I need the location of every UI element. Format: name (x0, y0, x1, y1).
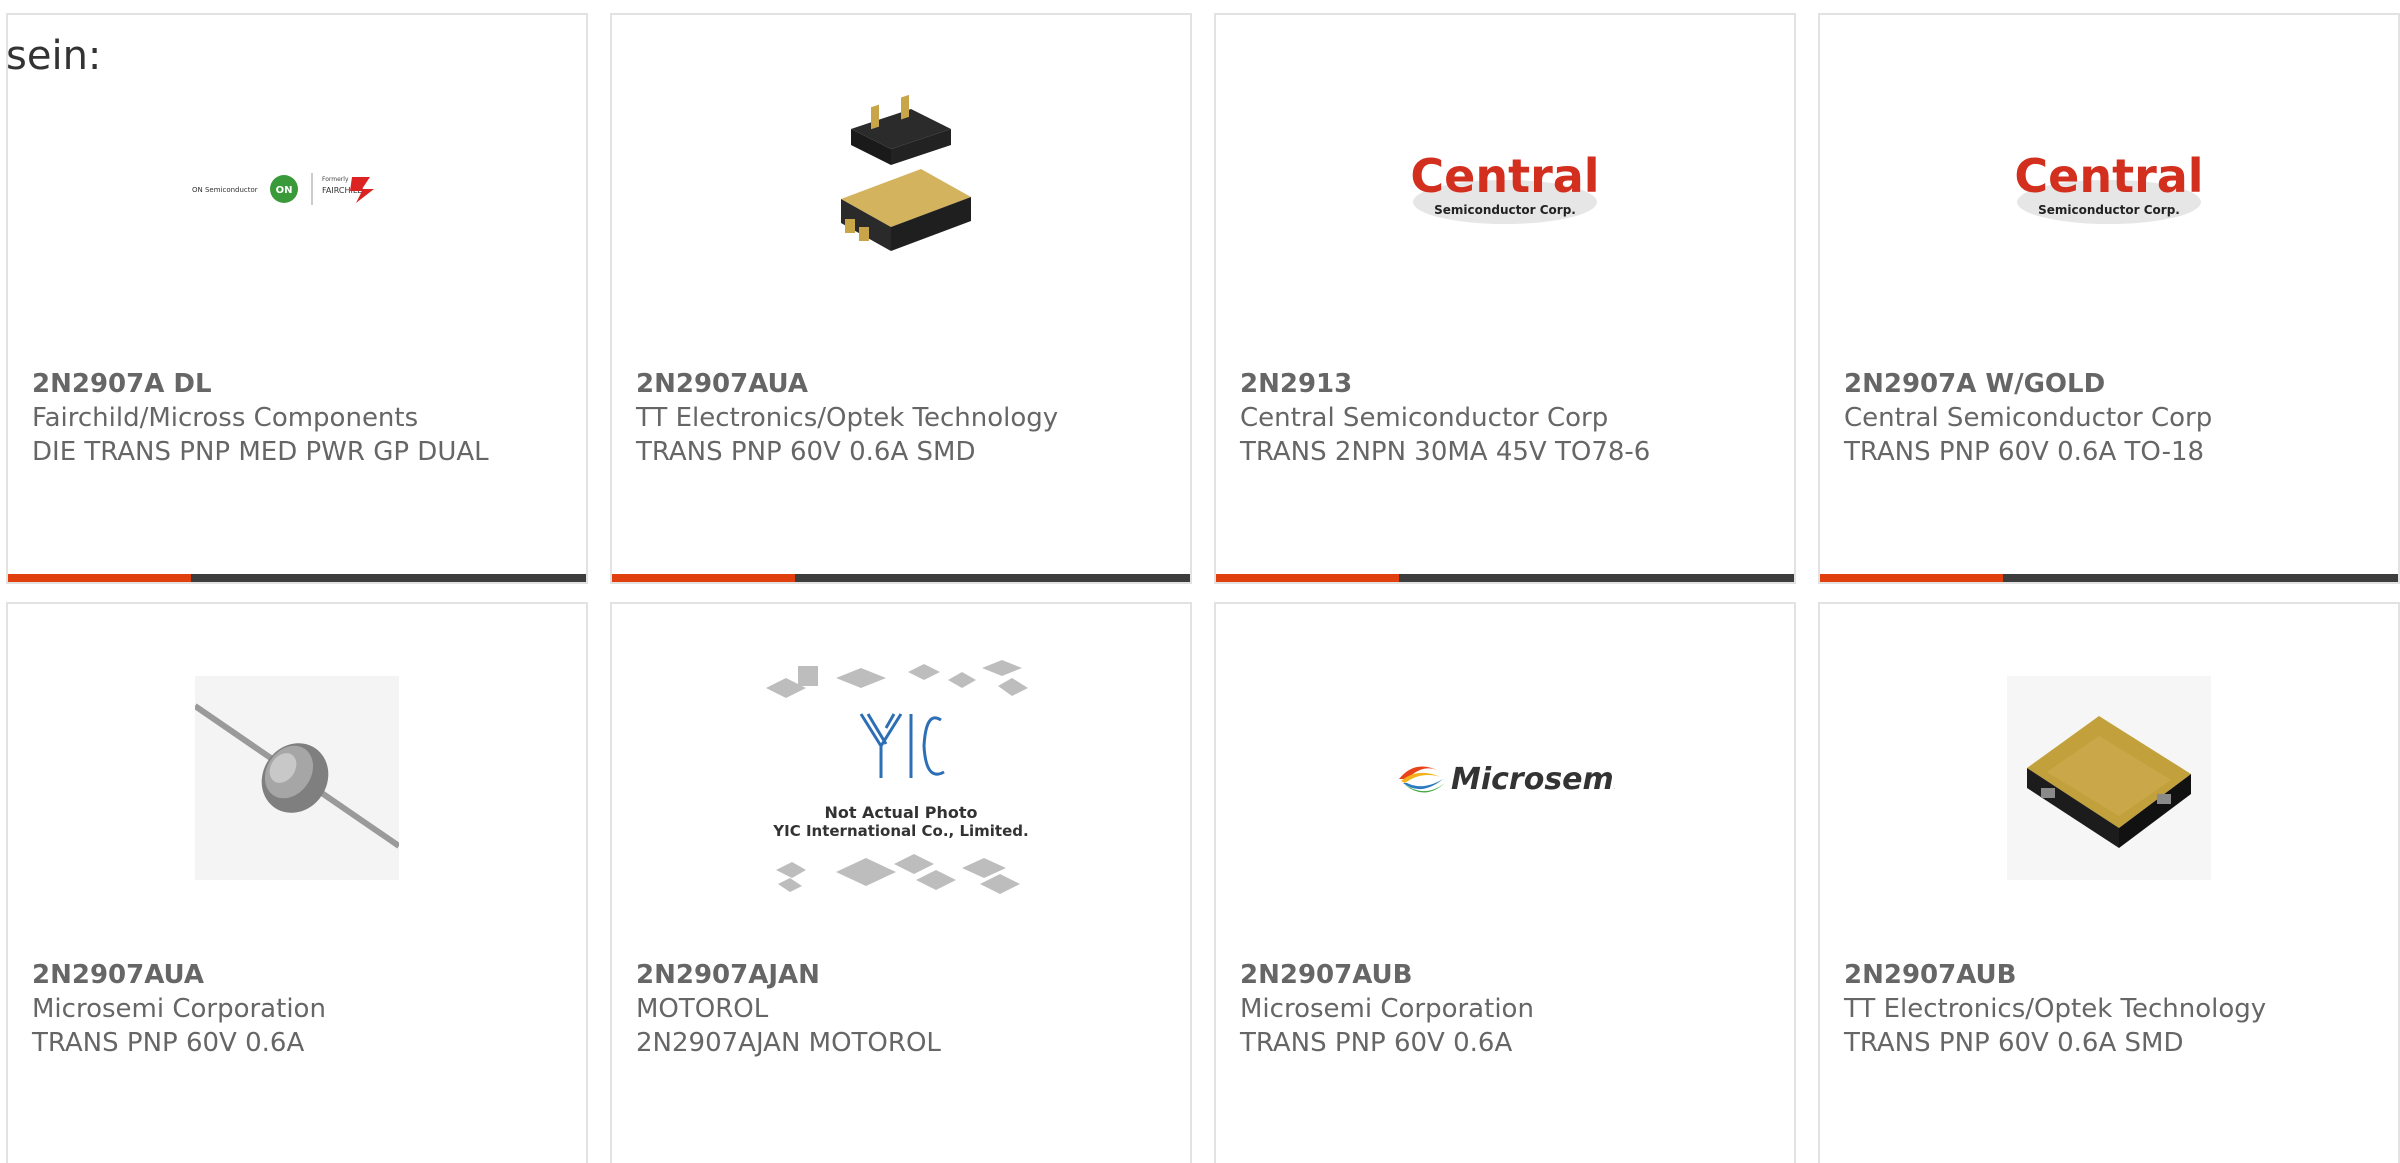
card-accent-bar (1820, 574, 2003, 582)
product-text: 2N2907A W/GOLD Central Semiconductor Cor… (1844, 367, 2374, 469)
onsemi-fairchild-logo: ON Semiconductor ON Formerly FAIRCHILD (192, 173, 374, 205)
description: TRANS PNP 60V 0.6A (32, 1028, 305, 1058)
product-text: 2N2907A DL Fairchild/Micross Components … (32, 367, 562, 469)
smd-package-photo (841, 94, 971, 251)
section-heading: sein: (6, 33, 102, 79)
svg-text:Central: Central (2014, 149, 2203, 203)
central-semiconductor-logo: Central Semiconductor Corp. (2014, 149, 2204, 224)
product-card[interactable]: Central Semiconductor Corp. 2N2913 Centr… (1214, 13, 1796, 584)
description: TRANS PNP 60V 0.6A (1240, 1028, 1513, 1058)
description: DIE TRANS PNP MED PWR GP DUAL (32, 437, 489, 467)
manufacturer: Microsemi Corporation (1240, 994, 1534, 1024)
svg-text:Microsemi: Microsemi (1451, 762, 1615, 797)
axial-diode-photo (195, 676, 399, 880)
product-image: Central Semiconductor Corp. (1216, 69, 1794, 309)
card-accent-bar (1216, 574, 1399, 582)
yic-placeholder: Not Actual Photo YIC International Co., … (766, 660, 1029, 894)
product-card[interactable]: 2N2907AUB TT Electronics/Optek Technolog… (1818, 602, 2400, 1163)
svg-text:Semiconductor Corp.: Semiconductor Corp. (2038, 203, 2180, 217)
svg-text:ON Semiconductor: ON Semiconductor (192, 186, 258, 194)
product-text: 2N2907AUB Microsemi Corporation TRANS PN… (1240, 958, 1770, 1060)
product-card[interactable]: 2N2907AUA TT Electronics/Optek Technolog… (610, 13, 1192, 584)
svg-text:Semiconductor Corp.: Semiconductor Corp. (1434, 203, 1576, 217)
product-text: 2N2907AUA TT Electronics/Optek Technolog… (636, 367, 1166, 469)
part-number[interactable]: 2N2907AUB (1240, 958, 1770, 992)
card-bottom-bar (1820, 574, 2398, 582)
part-number[interactable]: 2N2907AUA (32, 958, 562, 992)
description: TRANS PNP 60V 0.6A TO-18 (1844, 437, 2205, 467)
central-semiconductor-logo: Central Semiconductor Corp. (1410, 149, 1600, 224)
card-bottom-bar (8, 574, 586, 582)
product-image (1820, 658, 2398, 898)
manufacturer: TT Electronics/Optek Technology (1844, 994, 2267, 1024)
svg-text:YIC International Co., Limited: YIC International Co., Limited. (772, 822, 1028, 840)
part-number[interactable]: 2N2907A DL (32, 367, 562, 401)
card-bottom-bar (1216, 574, 1794, 582)
description: 2N2907AJAN MOTOROL (636, 1028, 941, 1058)
svg-text:Formerly: Formerly (322, 176, 349, 183)
svg-text:Central: Central (1410, 149, 1599, 203)
card-accent-bar (612, 574, 795, 582)
product-image: Not Actual Photo YIC International Co., … (612, 658, 1190, 898)
svg-text:ON: ON (276, 185, 293, 196)
microsemi-logo: Microsemi (1399, 762, 1615, 797)
svg-text:Not Actual Photo: Not Actual Photo (824, 803, 977, 822)
part-number[interactable]: 2N2913 (1240, 367, 1770, 401)
product-image: ON Semiconductor ON Formerly FAIRCHILD (8, 69, 586, 309)
manufacturer: Central Semiconductor Corp (1240, 403, 1609, 433)
description: TRANS 2NPN 30MA 45V TO78-6 (1240, 437, 1651, 467)
product-text: 2N2913 Central Semiconductor Corp TRANS … (1240, 367, 1770, 469)
manufacturer: Central Semiconductor Corp (1844, 403, 2213, 433)
product-image (612, 69, 1190, 309)
description: TRANS PNP 60V 0.6A SMD (1844, 1028, 2184, 1058)
product-card[interactable]: Central Semiconductor Corp. 2N2907A W/GO… (1818, 13, 2400, 584)
part-number[interactable]: 2N2907AUA (636, 367, 1166, 401)
part-number[interactable]: 2N2907A W/GOLD (1844, 367, 2374, 401)
product-image: Microsemi (1216, 658, 1794, 898)
product-card[interactable]: ON Semiconductor ON Formerly FAIRCHILD 2… (6, 13, 588, 584)
product-card[interactable]: Microsemi 2N2907AUB Microsemi Corporatio… (1214, 602, 1796, 1163)
description: TRANS PNP 60V 0.6A SMD (636, 437, 976, 467)
part-number[interactable]: 2N2907AJAN (636, 958, 1166, 992)
manufacturer: Microsemi Corporation (32, 994, 326, 1024)
manufacturer: MOTOROL (636, 994, 769, 1024)
gold-smd-chip-photo (2007, 676, 2211, 880)
product-card[interactable]: Not Actual Photo YIC International Co., … (610, 602, 1192, 1163)
product-image (8, 658, 586, 898)
product-grid-page: sein: ON Semiconductor ON Formerly FAIRC… (0, 0, 2400, 1163)
product-image: Central Semiconductor Corp. (1820, 69, 2398, 309)
manufacturer: Fairchild/Micross Components (32, 403, 419, 433)
product-text: 2N2907AUA Microsemi Corporation TRANS PN… (32, 958, 562, 1060)
card-bottom-bar (612, 574, 1190, 582)
card-accent-bar (8, 574, 191, 582)
part-number[interactable]: 2N2907AUB (1844, 958, 2374, 992)
product-card[interactable]: 2N2907AUA Microsemi Corporation TRANS PN… (6, 602, 588, 1163)
product-text: 2N2907AUB TT Electronics/Optek Technolog… (1844, 958, 2374, 1060)
manufacturer: TT Electronics/Optek Technology (636, 403, 1059, 433)
product-text: 2N2907AJAN MOTOROL 2N2907AJAN MOTOROL (636, 958, 1166, 1060)
